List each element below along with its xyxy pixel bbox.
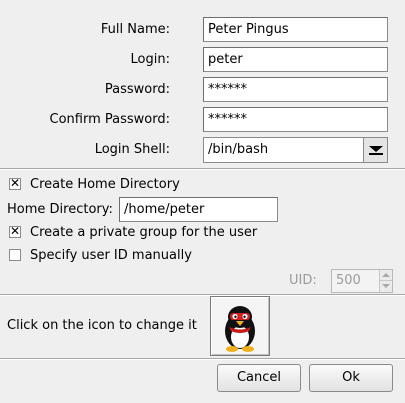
specify-uid-checkbox[interactable] — [9, 249, 21, 261]
confirm-password-label: Confirm Password: — [49, 112, 170, 127]
ok-button[interactable]: Ok — [309, 364, 393, 392]
password-label: Password: — [104, 82, 170, 97]
login-label: Login: — [130, 52, 170, 67]
login-shell-combo[interactable]: /bin/bash — [203, 137, 388, 163]
login-shell-value: /bin/bash — [208, 142, 269, 157]
create-home-label: Create Home Directory — [30, 177, 180, 192]
home-directory-field[interactable]: /home/peter — [119, 197, 278, 222]
uid-label: UID: — [289, 273, 317, 288]
uid-value: 500 — [336, 273, 361, 288]
login-shell-label: Login Shell: — [94, 142, 170, 157]
specify-uid-label: Specify user ID manually — [30, 248, 192, 263]
separator-1 — [0, 168, 405, 170]
password-field[interactable]: ****** — [203, 77, 388, 102]
avatar-button[interactable] — [210, 296, 270, 356]
icon-hint: Click on the icon to change it — [7, 318, 197, 333]
dropdown-bar-icon — [369, 153, 383, 155]
login-shell-dropdown-button[interactable] — [363, 138, 387, 162]
chevron-down-icon — [382, 284, 390, 288]
penguin-avatar-icon — [225, 306, 255, 352]
separator-3 — [0, 358, 405, 360]
home-directory-label: Home Directory: — [7, 202, 113, 217]
login-field[interactable]: peter — [203, 47, 388, 72]
check-icon: ✕ — [10, 224, 21, 238]
full-name-label: Full Name: — [100, 22, 170, 37]
uid-increment-button[interactable] — [379, 270, 392, 281]
cancel-button[interactable]: Cancel — [217, 364, 301, 392]
separator-2 — [0, 294, 405, 296]
confirm-password-field[interactable]: ****** — [203, 107, 388, 132]
private-group-label: Create a private group for the user — [30, 225, 258, 240]
private-group-checkbox[interactable]: ✕ — [9, 224, 21, 238]
create-home-checkbox[interactable]: ✕ — [9, 176, 21, 190]
chevron-down-icon — [369, 146, 383, 152]
chevron-up-icon — [382, 273, 390, 277]
uid-decrement-button[interactable] — [379, 281, 392, 292]
full-name-field[interactable]: Peter Pingus — [203, 17, 388, 42]
check-icon: ✕ — [10, 176, 21, 190]
uid-spinbox[interactable]: 500 — [331, 269, 393, 293]
